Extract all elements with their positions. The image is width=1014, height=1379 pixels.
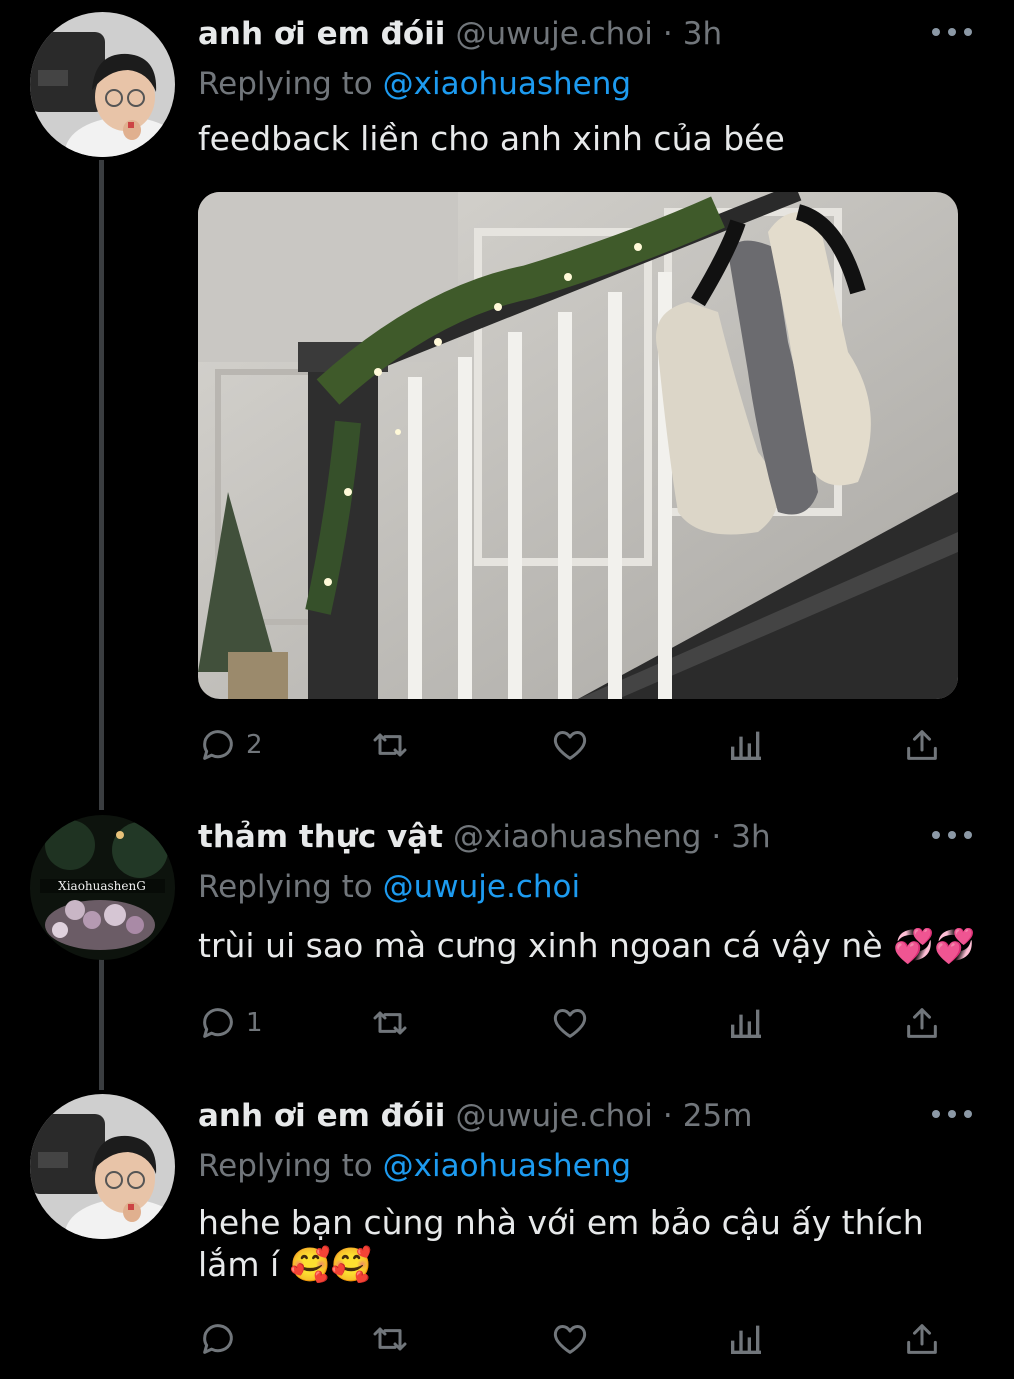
reply-icon <box>203 1324 233 1354</box>
author-name[interactable]: thảm thực vật <box>198 819 443 855</box>
avatar[interactable] <box>30 1094 175 1239</box>
like-button[interactable] <box>550 1000 598 1046</box>
replying-prefix: Replying to <box>198 869 373 905</box>
views-icon <box>731 731 761 760</box>
avatar[interactable] <box>30 12 175 157</box>
retweet-button[interactable] <box>370 1000 418 1046</box>
retweet-button[interactable] <box>370 1316 418 1362</box>
views-button[interactable] <box>726 722 766 768</box>
timestamp[interactable]: 3h <box>683 16 722 52</box>
author-handle[interactable]: @uwuje.choi <box>455 16 652 52</box>
author-name[interactable]: anh ơi em đóii <box>198 16 445 52</box>
replying-prefix: Replying to <box>198 66 373 102</box>
views-icon <box>731 1009 761 1038</box>
share-button[interactable] <box>902 1316 942 1362</box>
like-button[interactable] <box>550 722 598 768</box>
reply-button[interactable]: 2 <box>198 722 263 768</box>
retweet-icon <box>373 1011 407 1035</box>
reply-button[interactable] <box>198 1316 246 1362</box>
avatar[interactable]: XiaohuashenG <box>30 815 175 960</box>
tweet-image[interactable] <box>198 192 958 699</box>
mention-link[interactable]: @uwuje.choi <box>383 869 580 905</box>
mention-link[interactable]: @xiaohuasheng <box>383 66 631 102</box>
avatar-text: XiaohuashenG <box>58 879 146 893</box>
share-icon <box>907 730 937 760</box>
retweet-icon <box>373 733 407 757</box>
heart-icon <box>553 731 587 760</box>
views-button[interactable] <box>726 1316 766 1362</box>
replying-to: Replying to @xiaohuasheng <box>198 1148 631 1184</box>
share-icon <box>907 1324 937 1354</box>
share-icon <box>907 1008 937 1038</box>
tweet-text: hehe bạn cùng nhà với em bảo cậu ấy thíc… <box>198 1203 924 1284</box>
views-button[interactable] <box>726 1000 766 1046</box>
tweet-text: trùi ui sao mà cưng xinh ngoan cá vậy nè… <box>198 926 976 965</box>
reply-icon <box>203 730 233 760</box>
timestamp[interactable]: 25m <box>683 1098 753 1134</box>
separator: · <box>711 819 722 855</box>
heart-icon <box>553 1009 587 1038</box>
heart-icon <box>553 1325 587 1354</box>
views-icon <box>731 1325 761 1354</box>
share-button[interactable] <box>902 722 942 768</box>
author-handle[interactable]: @xiaohuasheng <box>453 819 701 855</box>
like-button[interactable] <box>550 1316 598 1362</box>
more-icon[interactable] <box>932 1104 972 1124</box>
tweet[interactable]: XiaohuashenG thảm thực vật @xiaohuasheng… <box>0 803 1014 1063</box>
more-icon[interactable] <box>932 22 972 42</box>
separator: · <box>662 1098 673 1134</box>
reply-count: 1 <box>246 1008 263 1038</box>
timestamp[interactable]: 3h <box>731 819 770 855</box>
author-name[interactable]: anh ơi em đóii <box>198 1098 445 1134</box>
more-icon[interactable] <box>932 825 972 845</box>
reply-button[interactable]: 1 <box>198 1000 263 1046</box>
replying-prefix: Replying to <box>198 1148 373 1184</box>
retweet-icon <box>373 1327 407 1351</box>
replying-to: Replying to @uwuje.choi <box>198 869 580 905</box>
replying-to: Replying to @xiaohuasheng <box>198 66 631 102</box>
mention-link[interactable]: @xiaohuasheng <box>383 1148 631 1184</box>
tweet[interactable]: anh ơi em đóii @uwuje.choi · 25m Replyin… <box>0 1082 1014 1379</box>
tweet-text: feedback liền cho anh xinh của bée <box>198 119 785 158</box>
separator: · <box>662 16 673 52</box>
author-handle[interactable]: @uwuje.choi <box>455 1098 652 1134</box>
tweet[interactable]: anh ơi em đóii @uwuje.choi · 3h Replying… <box>0 0 1014 790</box>
retweet-button[interactable] <box>370 722 418 768</box>
share-button[interactable] <box>902 1000 942 1046</box>
reply-icon <box>203 1008 233 1038</box>
reply-count: 2 <box>246 730 263 760</box>
